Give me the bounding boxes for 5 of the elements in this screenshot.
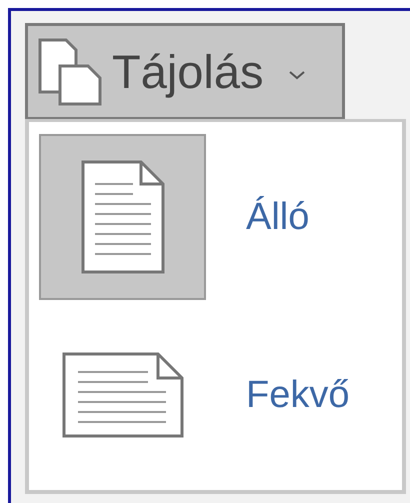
landscape-page-icon	[62, 352, 184, 438]
orientation-menu-item[interactable]: Fekvő	[39, 312, 350, 478]
caret-icon	[288, 70, 306, 80]
portrait-page-icon	[80, 160, 164, 274]
orientation-dropdown-button[interactable]: Tájolás	[25, 23, 345, 120]
